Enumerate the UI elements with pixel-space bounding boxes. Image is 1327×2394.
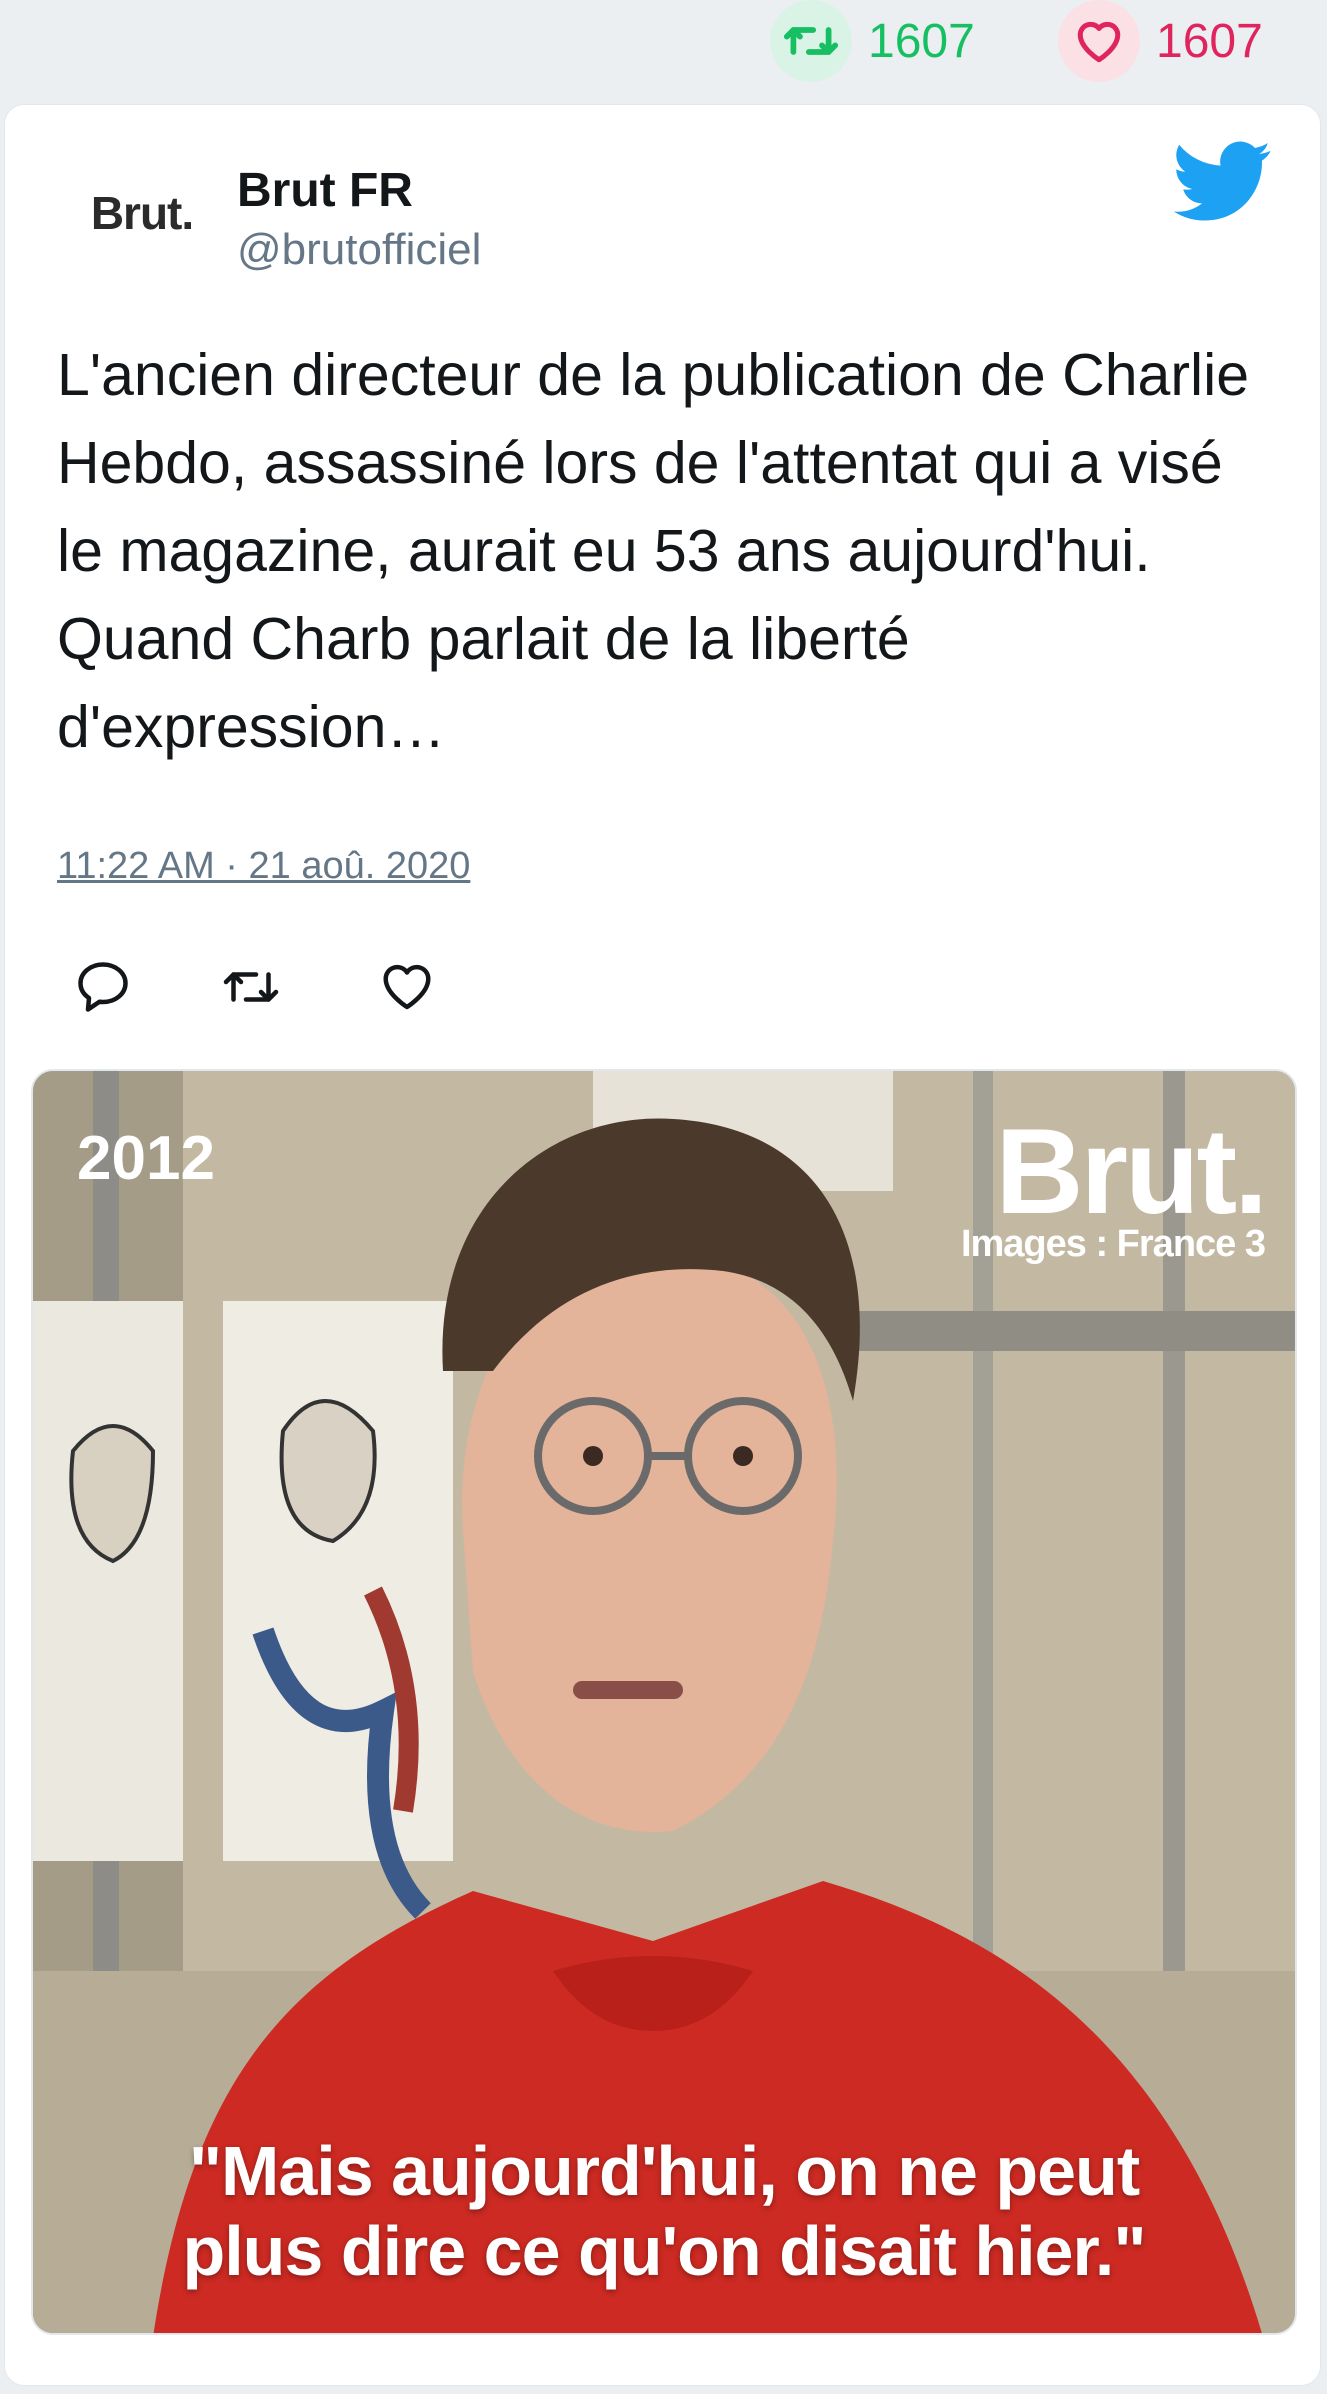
like-stat-icon[interactable] — [1058, 0, 1140, 82]
caption-line-1: "Mais aujourd'hui, on ne peut — [188, 2132, 1140, 2210]
video-caption: "Mais aujourd'hui, on ne peut plus dire … — [33, 2131, 1295, 2291]
like-count: 1607 — [1156, 14, 1263, 68]
avatar-logo: Brut. — [90, 187, 194, 239]
image-credit: Images : France 3 — [960, 1223, 1266, 1265]
tweet-timestamp[interactable]: 11:22 AM · 21 aoû. 2020 — [57, 845, 470, 888]
avatar[interactable]: Brut. — [57, 157, 227, 269]
heart-icon — [1077, 21, 1121, 63]
retweet-count: 1607 — [868, 14, 975, 68]
retweet-stat[interactable]: 1607 — [770, 0, 975, 82]
retweet-action-icon[interactable] — [221, 957, 281, 1017]
retweet-icon — [784, 27, 838, 55]
like-stat[interactable]: 1607 — [1058, 0, 1263, 82]
tweet-card: Brut. Brut FR @brutofficiel L'ancien dir… — [4, 104, 1321, 2386]
twitter-bird-icon[interactable] — [1173, 141, 1273, 223]
brut-watermark-logo: Brut. — [995, 1103, 1268, 1239]
author-name[interactable]: Brut FR — [237, 163, 413, 218]
reply-icon[interactable] — [73, 957, 133, 1017]
engagement-stats-bar: 1607 1607 — [0, 0, 1327, 100]
year-label: 2012 — [77, 1124, 215, 1193]
like-action-icon[interactable] — [377, 957, 437, 1017]
caption-line-2: plus dire ce qu'on disait hier." — [182, 2212, 1146, 2290]
retweet-stat-icon[interactable] — [770, 0, 852, 82]
video-thumbnail[interactable]: 2012 Brut. Images : France 3 "Mais aujou… — [31, 1069, 1297, 2335]
author-handle[interactable]: @brutofficiel — [237, 225, 481, 275]
tweet-text: L'ancien directeur de la publication de … — [57, 342, 1250, 760]
